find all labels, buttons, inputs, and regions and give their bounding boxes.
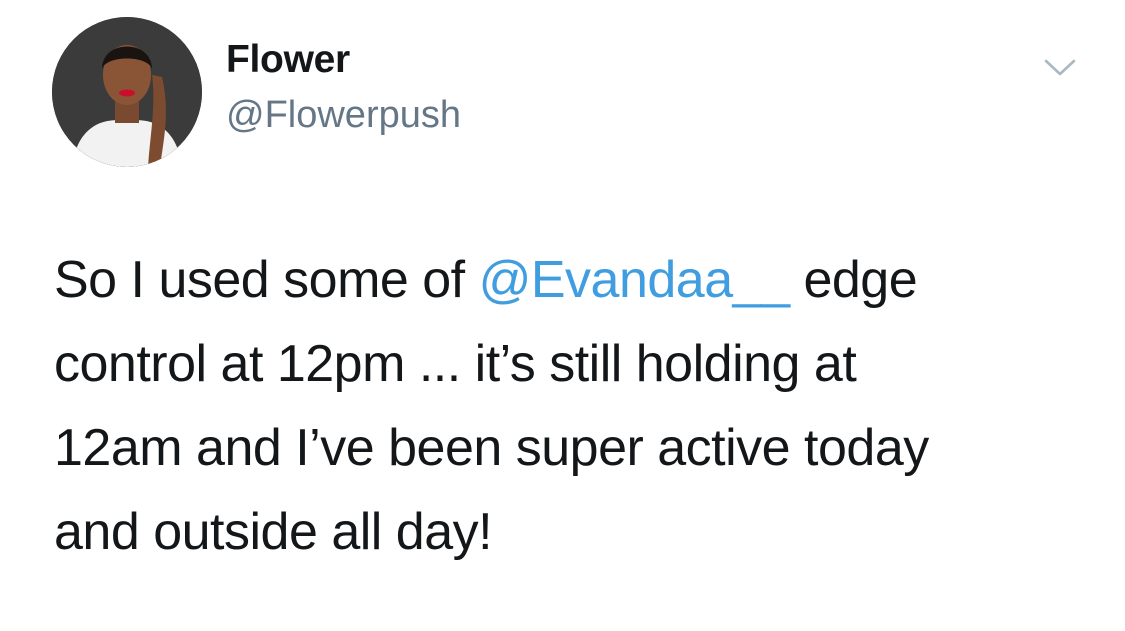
tweet-text-segment: So I used some of	[54, 251, 479, 309]
chevron-down-icon[interactable]	[1040, 52, 1080, 82]
tweet-text-line-4: and outside all day!	[54, 503, 493, 561]
tweet-text-segment: edge	[789, 251, 918, 309]
tweet-card: Flower @Flowerpush So I used some of @Ev…	[0, 0, 1125, 631]
avatar[interactable]	[52, 17, 202, 167]
avatar-image	[52, 17, 202, 167]
tweet-text-line-1: So I used some of @Evandaa__ edge	[54, 238, 1094, 322]
tweet-text-line-3: 12am and I’ve been super active today	[54, 419, 929, 477]
mention-link[interactable]: @Evandaa__	[479, 251, 790, 309]
user-handle[interactable]: @Flowerpush	[226, 94, 461, 137]
tweet-text: So I used some of @Evandaa__ edge contro…	[54, 238, 1094, 574]
display-name[interactable]: Flower	[226, 38, 350, 82]
tweet-text-line-2: control at 12pm ... it’s still holding a…	[54, 335, 857, 393]
